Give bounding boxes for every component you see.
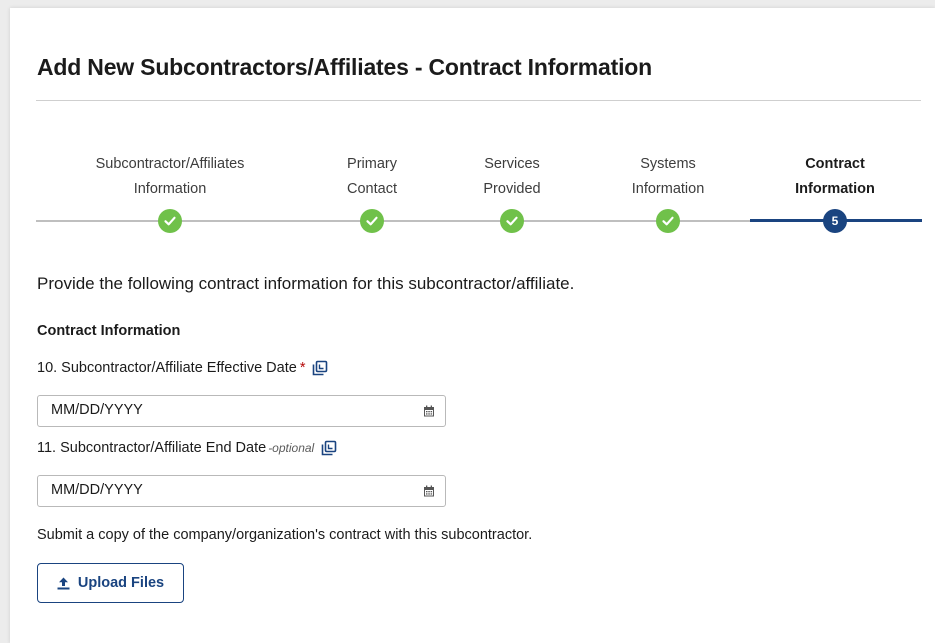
step-2-complete — [360, 209, 384, 233]
effective-date-placeholder: MM/DD/YYYY — [51, 402, 143, 418]
check-icon — [662, 216, 674, 226]
upload-icon — [57, 577, 70, 589]
section-heading: Contract Information — [37, 323, 181, 339]
title-divider — [36, 100, 921, 101]
page-title: Add New Subcontractors/Affiliates - Cont… — [37, 54, 652, 80]
optional-marker: -optional — [268, 441, 315, 455]
calendar-icon[interactable] — [423, 405, 435, 417]
effective-date-label-text: 10. Subcontractor/Affiliate Effective Da… — [37, 360, 297, 376]
effective-date-label: 10. Subcontractor/Affiliate Effective Da… — [37, 360, 328, 376]
step-1-complete — [158, 209, 182, 233]
copy-icon[interactable] — [321, 440, 337, 456]
end-date-input[interactable]: MM/DD/YYYY — [37, 475, 446, 507]
step-label-services: Services Provided — [483, 156, 541, 197]
step-label-systems: Systems Information — [631, 156, 705, 197]
copy-icon[interactable] — [312, 360, 328, 376]
step-label-contract: Contract Information — [795, 156, 875, 197]
check-icon — [366, 216, 378, 226]
effective-date-input[interactable]: MM/DD/YYYY — [37, 395, 446, 427]
step-5-current: 5 — [823, 209, 847, 233]
end-date-label: 11. Subcontractor/Affiliate End Date -op… — [37, 440, 337, 456]
submit-instructions: Submit a copy of the company/organizatio… — [37, 527, 533, 543]
required-marker: * — [299, 360, 306, 376]
step-3-complete — [500, 209, 524, 233]
intro-text: Provide the following contract informati… — [37, 274, 575, 293]
step-label-primary-contact: Primary Contact — [347, 156, 397, 197]
upload-files-label: Upload Files — [77, 575, 165, 591]
end-date-placeholder: MM/DD/YYYY — [51, 482, 143, 498]
calendar-icon[interactable] — [423, 485, 435, 497]
upload-files-button[interactable]: Upload Files — [37, 563, 184, 603]
step-track-completed — [36, 220, 750, 222]
step-4-complete — [656, 209, 680, 233]
check-icon — [164, 216, 176, 226]
end-date-label-text: 11. Subcontractor/Affiliate End Date — [37, 440, 267, 456]
form-card: Add New Subcontractors/Affiliates - Cont… — [10, 8, 935, 643]
step-label-subcontractor: Subcontractor/Affiliates Information — [95, 156, 245, 197]
check-icon — [506, 216, 518, 226]
